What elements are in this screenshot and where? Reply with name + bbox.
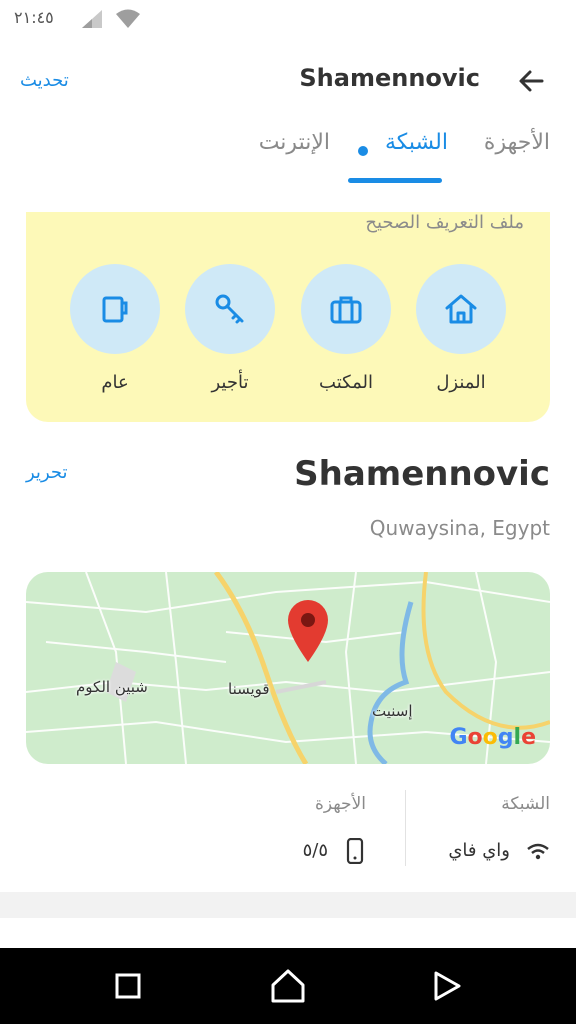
- profile-home[interactable]: المنزل: [416, 264, 506, 393]
- profile-office[interactable]: المكتب: [301, 264, 391, 393]
- profile-home-label: المنزل: [436, 372, 486, 393]
- phone-icon: [346, 838, 364, 864]
- page-title: Shamennovic: [299, 64, 480, 92]
- profile-card: ملف التعريف الصحيح المنزل المكتب تأجير ع…: [26, 212, 550, 422]
- section-separator: [0, 892, 576, 918]
- system-nav-bar: [0, 948, 576, 1024]
- profile-home-circle: [416, 264, 506, 354]
- briefcase-icon: [330, 296, 362, 324]
- arrow-left-icon: [519, 70, 544, 92]
- map-label-esnit: إسنيت: [372, 702, 413, 720]
- profile-office-circle: [301, 264, 391, 354]
- app-bar: تحديث Shamennovic: [0, 56, 576, 108]
- network-type-heading: الشبكة: [501, 794, 550, 814]
- profile-rental[interactable]: تأجير: [185, 264, 275, 393]
- back-button[interactable]: [516, 66, 546, 100]
- network-location: Quwaysina, Egypt: [369, 516, 550, 540]
- edit-button[interactable]: تحرير: [26, 462, 68, 483]
- network-type-value: واي فاي: [448, 840, 510, 861]
- wifi-icon: [116, 9, 140, 28]
- home-icon: [445, 294, 477, 324]
- profile-public-label: عام: [101, 372, 129, 393]
- google-logo: Google: [449, 725, 536, 750]
- key-icon: [215, 294, 244, 324]
- wifi-icon: [527, 843, 549, 860]
- back-nav-icon[interactable]: [432, 970, 462, 1002]
- map-label-quwaysina: قويسنا: [228, 680, 270, 698]
- profile-rental-label: تأجير: [211, 372, 249, 393]
- profile-rental-circle: [185, 264, 275, 354]
- refresh-button[interactable]: تحديث: [20, 70, 69, 91]
- profile-office-label: المكتب: [319, 372, 373, 393]
- tab-internet[interactable]: الإنترنت: [259, 130, 330, 155]
- status-bar: ٢١:٤٥: [0, 0, 576, 44]
- tab-network[interactable]: الشبكة: [385, 130, 448, 155]
- profile-public[interactable]: عام: [70, 264, 160, 393]
- map-view[interactable]: شبين الكوم قويسنا إسنيت Google: [26, 572, 550, 764]
- info-divider: [405, 790, 406, 866]
- cup-icon: [102, 296, 128, 323]
- status-icons: [80, 8, 142, 30]
- tab-devices[interactable]: الأجهزة: [484, 130, 550, 155]
- tab-bar: الأجهزة الشبكة الإنترنت: [0, 130, 576, 190]
- devices-heading: الأجهزة: [314, 794, 366, 814]
- devices-count: ٥/٥: [302, 840, 328, 861]
- map-label-shebin: شبين الكوم: [76, 678, 148, 696]
- signal-icon: [82, 10, 102, 28]
- profile-public-circle: [70, 264, 160, 354]
- tab-indicator: [348, 178, 442, 183]
- home-nav-icon[interactable]: [270, 968, 306, 1004]
- recents-icon[interactable]: [114, 972, 142, 1000]
- network-info: الشبكة واي فاي الأجهزة ٥/٥: [0, 790, 576, 880]
- profile-hint: ملف التعريف الصحيح: [365, 212, 524, 233]
- tab-unread-dot: [358, 146, 368, 156]
- clock: ٢١:٤٥: [14, 8, 54, 27]
- network-name: Shamennovic: [294, 454, 550, 494]
